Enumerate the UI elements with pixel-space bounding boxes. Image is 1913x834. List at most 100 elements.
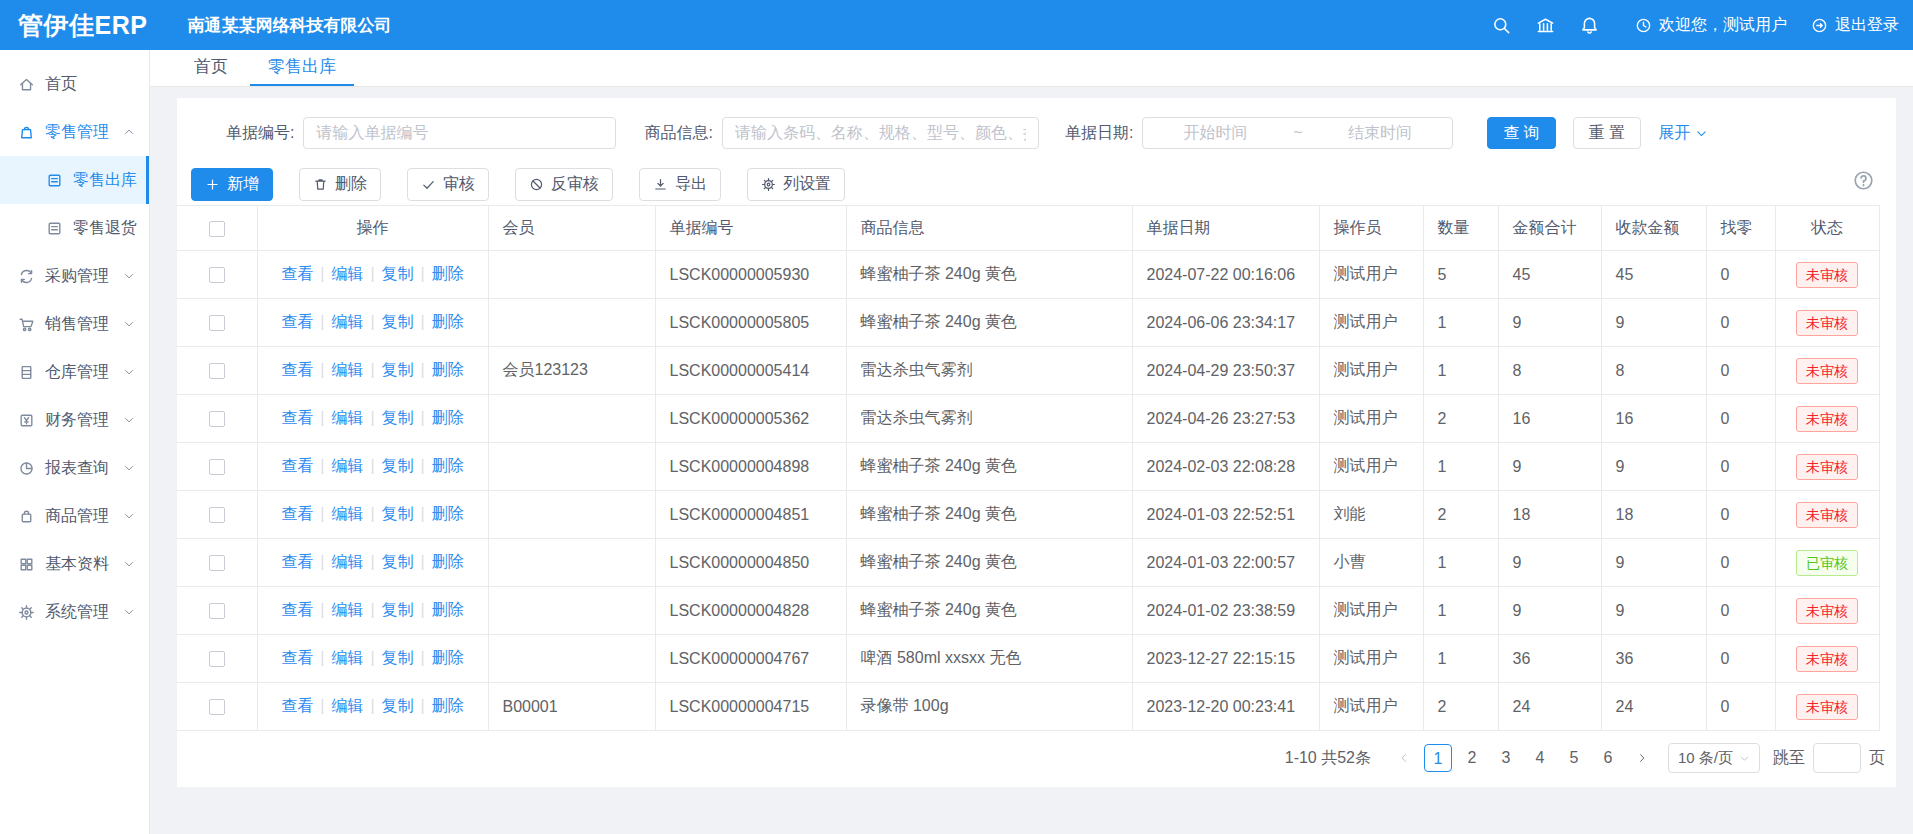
page-1-button[interactable]: 1	[1424, 744, 1452, 772]
search-icon[interactable]	[1479, 16, 1523, 35]
add-button[interactable]: 新增	[191, 168, 273, 201]
tab-home[interactable]: 首页	[174, 50, 248, 86]
table-body: 查看|编辑|复制|删除LSCK00000005930蜂蜜柚子茶 240g 黄色2…	[177, 251, 1879, 731]
action-view-link[interactable]: 查看	[281, 409, 313, 426]
action-view-link[interactable]: 查看	[281, 313, 313, 330]
action-copy-link[interactable]: 复制	[382, 265, 414, 282]
reset-button[interactable]: 重 置	[1573, 117, 1641, 149]
action-view-link[interactable]: 查看	[281, 505, 313, 522]
unaudit-button[interactable]: 反审核	[515, 168, 613, 201]
tab-retail-outbound[interactable]: 零售出库	[248, 50, 356, 86]
row-checkbox[interactable]	[209, 411, 225, 427]
search-button[interactable]: 查 询	[1487, 117, 1555, 149]
jump-page-input[interactable]	[1813, 743, 1861, 773]
action-copy-link[interactable]: 复制	[382, 409, 414, 426]
action-copy-link[interactable]: 复制	[382, 649, 414, 666]
sidebar-item-label: 商品管理	[45, 506, 109, 527]
sidebar-item-report-query[interactable]: 报表查询	[0, 444, 149, 492]
row-checkbox[interactable]	[209, 507, 225, 523]
select-all-checkbox[interactable]	[209, 221, 225, 237]
sidebar-item-basic-data[interactable]: 基本资料	[0, 540, 149, 588]
action-delete-link[interactable]: 删除	[432, 601, 464, 618]
action-edit-link[interactable]: 编辑	[331, 553, 363, 570]
row-checkbox[interactable]	[209, 267, 225, 283]
action-view-link[interactable]: 查看	[281, 649, 313, 666]
action-view-link[interactable]: 查看	[281, 265, 313, 282]
action-delete-link[interactable]: 删除	[432, 409, 464, 426]
expand-link[interactable]: 展开	[1658, 123, 1708, 144]
action-delete-link[interactable]: 删除	[432, 553, 464, 570]
action-view-link[interactable]: 查看	[281, 361, 313, 378]
action-edit-link[interactable]: 编辑	[331, 457, 363, 474]
page-size-select[interactable]: 10 条/页	[1668, 743, 1760, 773]
action-delete-link[interactable]: 删除	[432, 649, 464, 666]
sidebar-item-retail-return[interactable]: 零售退货	[0, 204, 149, 252]
page-2-button[interactable]: 2	[1458, 744, 1486, 772]
action-delete-link[interactable]: 删除	[432, 265, 464, 282]
action-edit-link[interactable]: 编辑	[331, 313, 363, 330]
action-copy-link[interactable]: 复制	[382, 457, 414, 474]
sidebar-item-warehouse-management[interactable]: 仓库管理	[0, 348, 149, 396]
action-delete-link[interactable]: 删除	[432, 697, 464, 714]
action-edit-link[interactable]: 编辑	[331, 265, 363, 282]
page-6-button[interactable]: 6	[1594, 744, 1622, 772]
prev-page-button[interactable]	[1390, 744, 1418, 772]
action-delete-link[interactable]: 删除	[432, 457, 464, 474]
bell-icon[interactable]	[1567, 16, 1611, 35]
date-range-picker[interactable]: 开始时间 ~ 结束时间	[1142, 117, 1453, 149]
sidebar-item-retail-outbound[interactable]: 零售出库	[0, 156, 149, 204]
action-copy-link[interactable]: 复制	[382, 313, 414, 330]
sidebar-item-home[interactable]: 首页	[0, 60, 149, 108]
action-copy-link[interactable]: 复制	[382, 601, 414, 618]
row-checkbox[interactable]	[209, 315, 225, 331]
page-4-button[interactable]: 4	[1526, 744, 1554, 772]
action-delete-link[interactable]: 删除	[432, 505, 464, 522]
sidebar-item-purchase-management[interactable]: 采购管理	[0, 252, 149, 300]
sidebar-item-finance-management[interactable]: 财务管理	[0, 396, 149, 444]
date-end-placeholder[interactable]: 结束时间	[1308, 123, 1453, 144]
delete-button[interactable]: 删除	[299, 168, 381, 201]
row-checkbox[interactable]	[209, 363, 225, 379]
date-start-placeholder[interactable]: 开始时间	[1143, 123, 1288, 144]
cell-product: 蜂蜜柚子茶 240g 黄色	[846, 251, 1132, 299]
page-5-button[interactable]: 5	[1560, 744, 1588, 772]
row-checkbox[interactable]	[209, 603, 225, 619]
action-copy-link[interactable]: 复制	[382, 505, 414, 522]
action-view-link[interactable]: 查看	[281, 553, 313, 570]
next-page-button[interactable]	[1628, 744, 1656, 772]
action-edit-link[interactable]: 编辑	[331, 361, 363, 378]
action-view-link[interactable]: 查看	[281, 601, 313, 618]
product-info-input[interactable]	[722, 117, 1039, 149]
action-edit-link[interactable]: 编辑	[331, 409, 363, 426]
sidebar-item-product-management[interactable]: 商品管理	[0, 492, 149, 540]
action-view-link[interactable]: 查看	[281, 457, 313, 474]
columns-button[interactable]: 列设置	[747, 168, 845, 201]
sidebar-item-sales-management[interactable]: 销售管理	[0, 300, 149, 348]
action-edit-link[interactable]: 编辑	[331, 601, 363, 618]
trash-icon	[313, 177, 328, 192]
action-delete-link[interactable]: 删除	[432, 361, 464, 378]
action-edit-link[interactable]: 编辑	[331, 505, 363, 522]
sidebar-item-retail-management[interactable]: 零售管理	[0, 108, 149, 156]
action-edit-link[interactable]: 编辑	[331, 649, 363, 666]
sidebar-item-system-management[interactable]: 系统管理	[0, 588, 149, 636]
page-3-button[interactable]: 3	[1492, 744, 1520, 772]
action-delete-link[interactable]: 删除	[432, 313, 464, 330]
row-checkbox[interactable]	[209, 459, 225, 475]
row-checkbox[interactable]	[209, 651, 225, 667]
audit-button[interactable]: 审核	[407, 168, 489, 201]
action-copy-link[interactable]: 复制	[382, 361, 414, 378]
export-button[interactable]: 导出	[639, 168, 721, 201]
row-checkbox[interactable]	[209, 555, 225, 571]
action-copy-link[interactable]: 复制	[382, 697, 414, 714]
action-edit-link[interactable]: 编辑	[331, 697, 363, 714]
logout-button[interactable]: 退出登录	[1811, 15, 1899, 36]
action-view-link[interactable]: 查看	[281, 697, 313, 714]
question-circle-icon[interactable]	[1853, 170, 1874, 191]
row-checkbox[interactable]	[209, 699, 225, 715]
bank-icon[interactable]	[1523, 16, 1567, 35]
welcome-user[interactable]: 欢迎您，测试用户	[1635, 15, 1787, 36]
app-logo: 管伊佳ERP	[18, 9, 147, 42]
bill-no-input[interactable]	[303, 117, 616, 149]
action-copy-link[interactable]: 复制	[382, 553, 414, 570]
